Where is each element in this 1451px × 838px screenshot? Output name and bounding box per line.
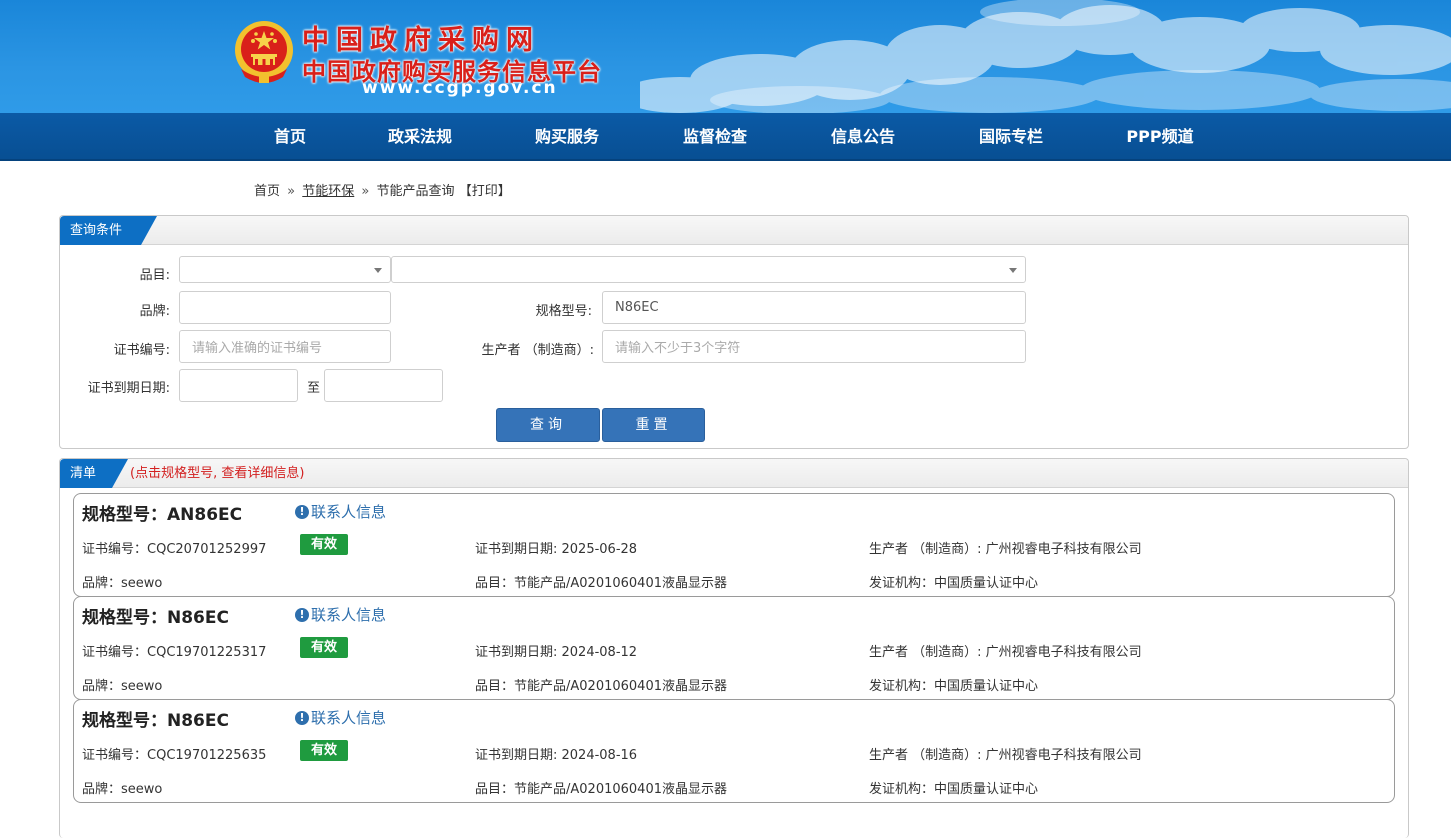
results-hint: (点击规格型号, 查看详细信息) — [130, 466, 305, 481]
chevron-down-icon — [374, 267, 382, 273]
category: 品目：节能产品/A0201060401液晶显示器 — [475, 679, 727, 694]
expiry-date-label: 证书到期日期: — [87, 381, 170, 396]
brand-label: 品牌: — [139, 304, 170, 319]
contact-info-label: 联系人信息 — [311, 709, 387, 727]
query-panel-header: 查询条件 — [60, 216, 1408, 245]
result-card: 规格型号：AN86EC ! 联系人信息 证书编号：CQC20701252997 有… — [73, 493, 1395, 597]
model-value: AN86EC — [167, 505, 243, 525]
expiry-date: 证书到期日期: 2025-06-28 — [475, 542, 638, 557]
status-badge: 有效 — [300, 740, 348, 761]
breadcrumb-separator: » — [361, 184, 370, 199]
national-emblem-icon — [235, 21, 293, 83]
result-model-link[interactable]: 规格型号：N86EC — [82, 603, 229, 628]
manufacturer: 生产者 （制造商）: 广州视睿电子科技有限公司 — [869, 645, 1142, 660]
breadcrumb: 首页 » 节能环保 » 节能产品查询 【打印】 — [254, 180, 511, 199]
nav-item-purchase-services[interactable]: 购买服务 — [527, 113, 607, 161]
category: 品目：节能产品/A0201060401液晶显示器 — [475, 782, 727, 797]
contact-info-link[interactable]: ! 联系人信息 — [295, 604, 386, 625]
cert-number-input[interactable]: 请输入准确的证书编号 — [179, 330, 391, 363]
nav-item-international[interactable]: 国际专栏 — [971, 113, 1051, 161]
result-model-link[interactable]: 规格型号：AN86EC — [82, 500, 242, 525]
expiry-date-to-label: 至 — [306, 381, 320, 396]
contact-info-label: 联系人信息 — [311, 606, 387, 624]
info-icon: ! — [295, 504, 309, 519]
contact-info-link[interactable]: ! 联系人信息 — [295, 707, 386, 728]
search-button[interactable]: 查询 — [496, 408, 600, 442]
brand: 品牌：seewo — [82, 576, 163, 591]
query-panel-title: 查询条件 — [60, 216, 157, 245]
issuer: 发证机构：中国质量认证中心 — [869, 679, 1039, 694]
status-badge: 有效 — [300, 637, 348, 658]
model-value: N86EC — [167, 711, 229, 731]
cert-number: 证书编号：CQC19701225317 — [82, 645, 267, 660]
breadcrumb-current: 节能产品查询 — [376, 184, 455, 199]
model-prefix: 规格型号： — [82, 505, 167, 525]
status-badge: 有效 — [300, 534, 348, 555]
expiry-date-to-input[interactable] — [324, 369, 443, 402]
category-select[interactable] — [179, 256, 391, 283]
site-header: 中国政府采购网 中国政府购买服务信息平台 www.ccgp.gov.cn — [0, 0, 1451, 113]
contact-info-link[interactable]: ! 联系人信息 — [295, 501, 386, 522]
nav-item-home[interactable]: 首页 — [262, 113, 318, 161]
cloud-banner-image — [640, 0, 1451, 113]
chevron-down-icon — [1009, 267, 1017, 273]
site-url: www.ccgp.gov.cn — [362, 78, 558, 98]
reset-button[interactable]: 重置 — [602, 408, 705, 442]
main-nav: 首页 政采法规 购买服务 监督检查 信息公告 国际专栏 PPP频道 — [0, 113, 1451, 161]
issuer: 发证机构：中国质量认证中心 — [869, 576, 1039, 591]
breadcrumb-home-link[interactable]: 首页 — [254, 184, 280, 199]
nav-item-announcements[interactable]: 信息公告 — [823, 113, 903, 161]
result-card: 规格型号：N86EC ! 联系人信息 证书编号：CQC19701225317 有效… — [73, 596, 1395, 700]
nav-item-supervision[interactable]: 监督检查 — [675, 113, 755, 161]
category: 品目：节能产品/A0201060401液晶显示器 — [475, 576, 727, 591]
breadcrumb-separator: » — [287, 184, 296, 199]
manufacturer: 生产者 （制造商）: 广州视睿电子科技有限公司 — [869, 542, 1142, 557]
manufacturer-label: 生产者 （制造商）: — [481, 343, 594, 358]
expiry-date-from-input[interactable] — [179, 369, 298, 402]
category-label: 品目: — [139, 268, 170, 283]
model-value: N86EC — [167, 608, 229, 628]
issuer: 发证机构：中国质量认证中心 — [869, 782, 1039, 797]
contact-info-label: 联系人信息 — [311, 503, 387, 521]
model-prefix: 规格型号： — [82, 711, 167, 731]
expiry-date: 证书到期日期: 2024-08-12 — [475, 645, 638, 660]
breadcrumb-section-link[interactable]: 节能环保 — [302, 184, 354, 199]
brand-input[interactable] — [179, 291, 391, 324]
results-panel-title: 清单 — [60, 459, 128, 488]
manufacturer-input[interactable]: 请输入不少于3个字符 — [602, 330, 1026, 363]
query-panel: 查询条件 品目: 品牌: 规格型号: N86EC 证书编号: 请输入准确的证书编… — [59, 215, 1409, 449]
cert-number-label: 证书编号: — [113, 343, 170, 358]
results-panel-header: 清单 (点击规格型号, 查看详细信息) — [60, 459, 1408, 488]
model-label: 规格型号: — [535, 304, 592, 319]
brand: 品牌：seewo — [82, 679, 163, 694]
model-prefix: 规格型号： — [82, 608, 167, 628]
print-link[interactable]: 【打印】 — [459, 184, 511, 199]
expiry-date: 证书到期日期: 2024-08-16 — [475, 748, 638, 763]
nav-item-procurement-law[interactable]: 政采法规 — [380, 113, 460, 161]
manufacturer: 生产者 （制造商）: 广州视睿电子科技有限公司 — [869, 748, 1142, 763]
result-card: 规格型号：N86EC ! 联系人信息 证书编号：CQC19701225635 有效… — [73, 699, 1395, 803]
info-icon: ! — [295, 710, 309, 725]
cert-number: 证书编号：CQC20701252997 — [82, 542, 267, 557]
result-model-link[interactable]: 规格型号：N86EC — [82, 706, 229, 731]
model-input[interactable]: N86EC — [602, 291, 1026, 324]
nav-item-ppp[interactable]: PPP频道 — [1118, 113, 1202, 161]
cert-number: 证书编号：CQC19701225635 — [82, 748, 267, 763]
info-icon: ! — [295, 607, 309, 622]
brand: 品牌：seewo — [82, 782, 163, 797]
subcategory-select[interactable] — [391, 256, 1026, 283]
